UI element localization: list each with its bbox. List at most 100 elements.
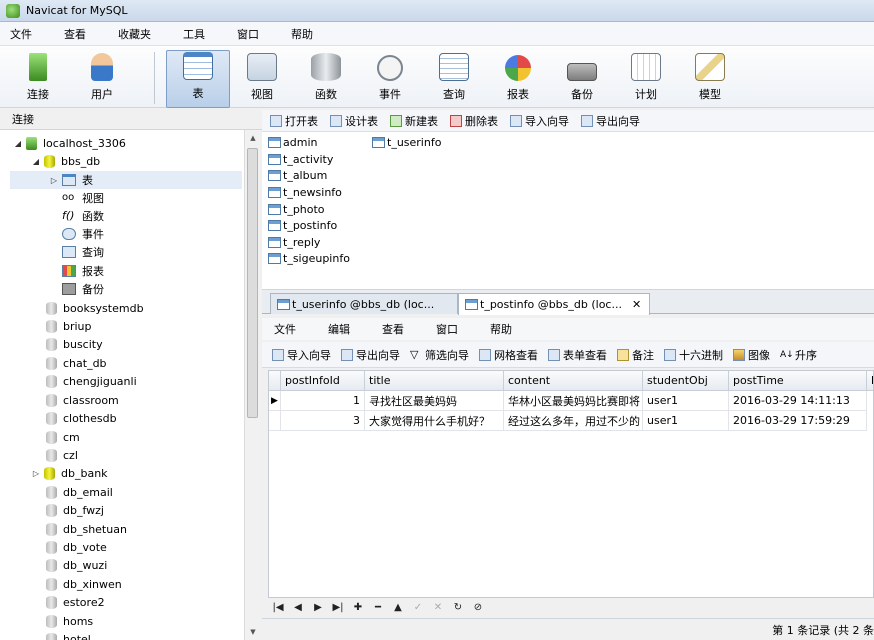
image-button[interactable]: 图像 xyxy=(733,347,770,363)
toolbar-backup-button[interactable]: 备份 xyxy=(550,50,614,108)
menu-file[interactable]: 文件 xyxy=(6,26,36,42)
tree-db[interactable]: cm xyxy=(46,428,80,446)
tree-db[interactable]: chengjiguanli xyxy=(46,372,137,390)
add-record-icon[interactable]: ✚ xyxy=(348,602,368,613)
toolbar-view-button[interactable]: 视图 xyxy=(230,50,294,108)
tree-db[interactable]: db_fwzj xyxy=(46,501,104,519)
tree-db[interactable]: buscity xyxy=(46,335,103,353)
design-table-button[interactable]: 设计表 xyxy=(330,113,378,129)
menu-favorites[interactable]: 收藏夹 xyxy=(114,26,155,42)
tree-item-reports[interactable]: 报表 xyxy=(62,262,104,280)
tree-db[interactable]: briup xyxy=(46,317,92,335)
scroll-thumb[interactable] xyxy=(247,148,258,418)
column-header[interactable]: title xyxy=(365,371,504,391)
inner-menu-view[interactable]: 查看 xyxy=(382,321,404,337)
table-cell[interactable]: 大家觉得用什么手机好？ xyxy=(365,411,504,431)
tree-db-bbs-db[interactable]: ◢ bbs_db xyxy=(32,152,100,170)
filter-wizard-button[interactable]: ▽ 筛选向导 xyxy=(410,347,469,363)
scroll-up-icon[interactable]: ▲ xyxy=(245,130,261,146)
inner-menu-edit[interactable]: 编辑 xyxy=(328,321,350,337)
table-item[interactable]: t_sigeupinfo xyxy=(268,250,350,266)
toolbar-event-button[interactable]: 事件 xyxy=(358,50,422,108)
menu-help[interactable]: 帮助 xyxy=(287,26,317,42)
tab-t-userinfo[interactable]: t_userinfo @bbs_db (loc... xyxy=(270,293,458,314)
column-header[interactable]: h xyxy=(867,371,873,391)
import-wizard-button[interactable]: 导入向导 xyxy=(510,113,569,129)
grid-view-button[interactable]: 网格查看 xyxy=(479,347,538,363)
tree-db[interactable]: ▷ db_bank xyxy=(32,464,108,482)
tree-db[interactable]: db_email xyxy=(46,483,113,501)
tree-db[interactable]: db_vote xyxy=(46,538,107,556)
tree-db[interactable]: chat_db xyxy=(46,354,107,372)
table-item[interactable]: t_photo xyxy=(268,201,325,217)
table-cell[interactable]: 2016-03-29 17:59:29 xyxy=(729,411,867,431)
tree-db[interactable]: hotel xyxy=(46,630,91,640)
first-record-icon[interactable]: |◀ xyxy=(268,602,288,613)
column-header[interactable]: postInfoId xyxy=(281,371,365,391)
inner-menu-window[interactable]: 窗口 xyxy=(436,321,458,337)
cancel-icon[interactable]: ✕ xyxy=(428,602,448,613)
toolbar-function-button[interactable]: 函数 xyxy=(294,50,358,108)
table-cell[interactable]: 经过这么多年，用过不少的 xyxy=(504,411,643,431)
export-wizard-button[interactable]: 导出向导 xyxy=(581,113,640,129)
tab-t-postinfo[interactable]: t_postinfo @bbs_db (loc... ✕ xyxy=(458,293,650,315)
delete-table-button[interactable]: 删除表 xyxy=(450,113,498,129)
tree-db[interactable]: db_wuzi xyxy=(46,556,107,574)
tree-db[interactable]: classroom xyxy=(46,391,119,409)
column-header[interactable]: content xyxy=(504,371,643,391)
apply-icon[interactable]: ✓ xyxy=(408,602,428,613)
inner-menu-help[interactable]: 帮助 xyxy=(490,321,512,337)
last-record-icon[interactable]: ▶| xyxy=(328,602,348,613)
table-item[interactable]: t_userinfo xyxy=(372,134,441,150)
toolbar-user-button[interactable]: 用户 xyxy=(70,50,134,108)
toolbar-table-button[interactable]: 表 xyxy=(166,50,230,108)
menu-tools[interactable]: 工具 xyxy=(179,26,209,42)
toolbar-model-button[interactable]: 模型 xyxy=(678,50,742,108)
form-view-button[interactable]: 表单查看 xyxy=(548,347,607,363)
memo-button[interactable]: 备注 xyxy=(617,347,654,363)
sort-asc-button[interactable]: A↓ 升序 xyxy=(780,347,817,363)
close-icon[interactable]: ✕ xyxy=(632,298,641,311)
table-item[interactable]: t_activity xyxy=(268,151,333,167)
table-cell[interactable]: 2016-03-29 14:11:13 xyxy=(729,391,867,411)
table-item[interactable]: t_reply xyxy=(268,234,320,250)
column-header[interactable]: postTime xyxy=(729,371,867,391)
tree-db[interactable]: booksystemdb xyxy=(46,299,144,317)
tree-db[interactable]: clothesdb xyxy=(46,409,117,427)
tree-item-views[interactable]: oo 视图 xyxy=(62,189,104,207)
refresh-icon[interactable]: ↻ xyxy=(448,602,468,613)
tree-db[interactable]: db_xinwen xyxy=(46,575,122,593)
up-icon[interactable]: ▲ xyxy=(388,602,408,613)
tree-item-queries[interactable]: 查询 xyxy=(62,243,104,261)
tree-item-events[interactable]: 事件 xyxy=(62,225,104,243)
table-cell[interactable]: 华林小区最美妈妈比赛即将 xyxy=(504,391,643,411)
inner-menu-file[interactable]: 文件 xyxy=(274,321,296,337)
prev-record-icon[interactable]: ◀ xyxy=(288,602,308,613)
tree-item-tables[interactable]: ▷ 表 xyxy=(10,171,242,189)
tree-db[interactable]: db_shetuan xyxy=(46,520,127,538)
toolbar-query-button[interactable]: 查询 xyxy=(422,50,486,108)
tree-db[interactable]: homs xyxy=(46,612,93,630)
next-record-icon[interactable]: ▶ xyxy=(308,602,328,613)
table-cell[interactable]: user1 xyxy=(643,411,729,431)
new-table-button[interactable]: 新建表 xyxy=(390,113,438,129)
delete-record-icon[interactable]: ━ xyxy=(368,602,388,613)
inner-export-button[interactable]: 导出向导 xyxy=(341,347,400,363)
inner-import-button[interactable]: 导入向导 xyxy=(272,347,331,363)
tree-item-functions[interactable]: f() 函数 xyxy=(62,207,104,225)
toolbar-connection-button[interactable]: 连接 xyxy=(6,50,70,108)
stop-icon[interactable]: ⊘ xyxy=(468,602,488,613)
menu-window[interactable]: 窗口 xyxy=(233,26,263,42)
tree-db[interactable]: estore2 xyxy=(46,593,105,611)
tree-connection[interactable]: ◢ localhost_3306 xyxy=(14,134,126,152)
table-cell[interactable]: 寻找社区最美妈妈 xyxy=(365,391,504,411)
table-cell[interactable]: 3 xyxy=(281,411,365,431)
table-item[interactable]: t_newsinfo xyxy=(268,184,342,200)
table-item[interactable]: admin xyxy=(268,134,317,150)
hex-button[interactable]: 十六进制 xyxy=(664,347,723,363)
tree-item-backups[interactable]: 备份 xyxy=(62,280,104,298)
open-table-button[interactable]: 打开表 xyxy=(270,113,318,129)
table-item[interactable]: t_album xyxy=(268,167,327,183)
table-item[interactable]: t_postinfo xyxy=(268,217,337,233)
menu-view[interactable]: 查看 xyxy=(60,26,90,42)
